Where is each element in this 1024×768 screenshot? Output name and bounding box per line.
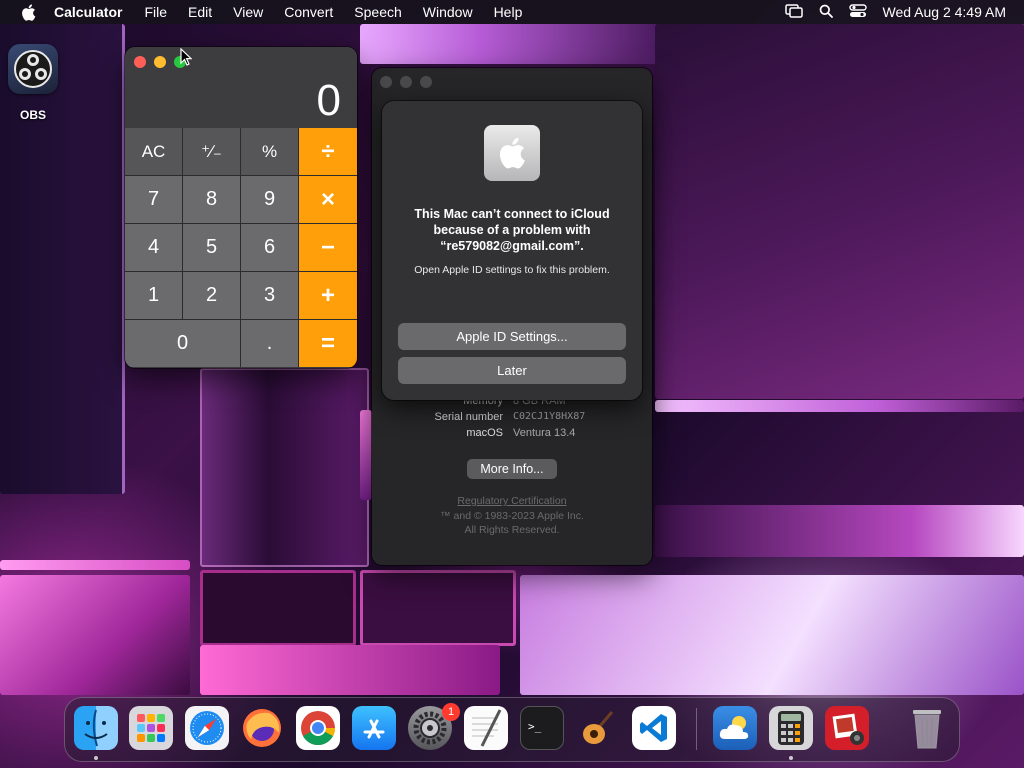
spec-row-macos: macOS Ventura 13.4: [466, 427, 576, 439]
desktop-icon-label: OBS: [19, 108, 46, 122]
apple-id-settings-button[interactable]: Apple ID Settings...: [398, 323, 626, 350]
svg-text:>_: >_: [528, 720, 542, 733]
window-controls: [380, 76, 432, 88]
key-percent[interactable]: %: [241, 128, 298, 175]
dock-photo-booth-icon[interactable]: [825, 706, 869, 750]
dock-terminal-icon[interactable]: >_: [520, 706, 564, 750]
apple-logo-icon: [484, 125, 540, 181]
close-button[interactable]: [134, 56, 146, 68]
control-center-icon[interactable]: [848, 3, 867, 21]
key-9[interactable]: 9: [241, 176, 298, 223]
dock-textedit-icon[interactable]: [464, 706, 508, 750]
key-2[interactable]: 2: [183, 272, 240, 319]
minimize-button[interactable]: [154, 56, 166, 68]
icloud-alert-dialog: This Mac can’t connect to iCloud because…: [382, 101, 642, 400]
running-indicator: [789, 756, 793, 760]
dock: 1 >_: [64, 697, 960, 762]
more-info-button[interactable]: More Info...: [467, 459, 557, 479]
menu-window[interactable]: Window: [423, 4, 473, 20]
dock-app-store-icon[interactable]: [352, 706, 396, 750]
menu-edit[interactable]: Edit: [188, 4, 212, 20]
key-multiply[interactable]: ×: [299, 176, 357, 223]
dock-chrome-icon[interactable]: [296, 706, 340, 750]
dock-vscode-icon[interactable]: [632, 706, 676, 750]
dock-finder-icon[interactable]: [74, 706, 118, 750]
minimize-button[interactable]: [400, 76, 412, 88]
dock-safari-icon[interactable]: [185, 706, 229, 750]
regulatory-certification-link[interactable]: Regulatory Certification: [372, 495, 652, 507]
dock-launchpad-icon[interactable]: [129, 706, 173, 750]
key-7[interactable]: 7: [125, 176, 182, 223]
window-controls: [134, 56, 186, 68]
dock-guitar-icon[interactable]: [576, 706, 620, 750]
menu-help[interactable]: Help: [494, 4, 523, 20]
copyright-text: ™ and © 1983-2023 Apple Inc.: [440, 510, 584, 522]
key-4[interactable]: 4: [125, 224, 182, 271]
key-decimal[interactable]: .: [241, 320, 298, 367]
dock-trash-icon[interactable]: [905, 706, 949, 750]
calculator-display: 0: [316, 76, 341, 125]
menu-app-name[interactable]: Calculator: [54, 4, 122, 20]
key-6[interactable]: 6: [241, 224, 298, 271]
spec-row-serial: Serial number C02CJ1Y8HX87: [434, 411, 586, 423]
key-plus-minus[interactable]: ⁺∕₋: [183, 128, 240, 175]
key-all-clear[interactable]: AC: [125, 128, 182, 175]
running-indicator: [94, 756, 98, 760]
rights-text: All Rights Reserved.: [464, 524, 560, 536]
calculator-keypad: AC ⁺∕₋ % ÷ 7 8 9 × 4 5 6 − 1 2 3 + 0 . =: [125, 128, 357, 367]
close-button[interactable]: [380, 76, 392, 88]
mouse-cursor-icon: [180, 47, 193, 71]
menu-speech[interactable]: Speech: [354, 4, 401, 20]
screen-mirroring-icon[interactable]: [784, 3, 803, 21]
key-divide[interactable]: ÷: [299, 128, 357, 175]
menu-clock[interactable]: Wed Aug 2 4:49 AM: [883, 4, 1007, 20]
dock-separator: [696, 708, 697, 750]
dock-calculator-icon[interactable]: [769, 706, 813, 750]
key-1[interactable]: 1: [125, 272, 182, 319]
menu-convert[interactable]: Convert: [284, 4, 333, 20]
obs-icon: [8, 44, 58, 94]
menu-bar: Calculator File Edit View Convert Speech…: [0, 0, 1024, 24]
key-subtract[interactable]: −: [299, 224, 357, 271]
calculator-title-area: 0: [125, 47, 357, 128]
key-add[interactable]: +: [299, 272, 357, 319]
apple-menu-icon[interactable]: [20, 3, 36, 21]
key-equals[interactable]: =: [299, 320, 357, 367]
spotlight-search-icon[interactable]: [819, 4, 833, 21]
key-0[interactable]: 0: [125, 320, 240, 367]
dock-firefox-icon[interactable]: [240, 706, 284, 750]
calculator-window: 0 AC ⁺∕₋ % ÷ 7 8 9 × 4 5 6 − 1 2 3 + 0 .…: [125, 47, 357, 368]
dock-weather-icon[interactable]: [713, 706, 757, 750]
key-8[interactable]: 8: [183, 176, 240, 223]
notification-badge: 1: [442, 703, 460, 721]
alert-message: Open Apple ID settings to fix this probl…: [414, 264, 610, 276]
alert-title: This Mac can’t connect to iCloud because…: [414, 207, 610, 253]
later-button[interactable]: Later: [398, 357, 626, 384]
key-3[interactable]: 3: [241, 272, 298, 319]
key-5[interactable]: 5: [183, 224, 240, 271]
zoom-button[interactable]: [420, 76, 432, 88]
menu-view[interactable]: View: [233, 4, 263, 20]
menu-file[interactable]: File: [144, 4, 167, 20]
desktop-icon-obs[interactable]: OBS: [6, 44, 60, 122]
